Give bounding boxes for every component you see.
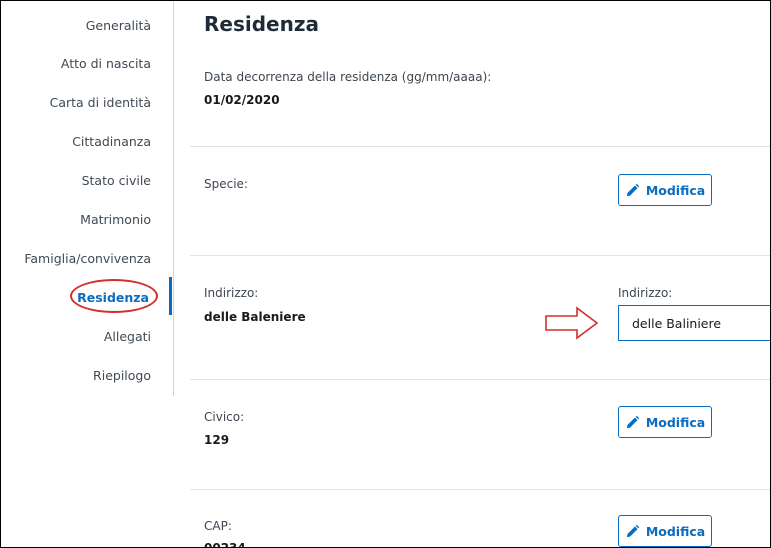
sidebar-item-famiglia-convivenza[interactable]: Famiglia/convivenza — [24, 251, 151, 266]
sidebar-item-riepilogo[interactable]: Riepilogo — [93, 368, 151, 383]
modifica-label: Modifica — [645, 523, 706, 539]
sidebar-item-stato-civile[interactable]: Stato civile — [82, 173, 151, 188]
specie-label: Specie: — [204, 177, 248, 191]
annotation-circle — [70, 279, 158, 313]
cap-value: 00234 — [204, 541, 246, 548]
civico-modifica-button[interactable]: Modifica — [618, 406, 712, 438]
decorrenza-label: Data decorrenza della residenza (gg/mm/a… — [204, 70, 492, 84]
divider — [190, 146, 770, 147]
divider — [190, 255, 770, 256]
specie-modifica-button[interactable]: Modifica — [618, 174, 712, 206]
divider — [190, 489, 770, 490]
civico-label: Civico: — [204, 410, 245, 424]
page-title: Residenza — [204, 12, 319, 36]
indirizzo-input[interactable] — [618, 305, 770, 341]
indirizzo-edit-label: Indirizzo: — [618, 286, 673, 300]
sidebar-item-carta-di-identita[interactable]: Carta di identità — [50, 95, 151, 110]
divider — [190, 379, 770, 380]
civico-value: 129 — [204, 433, 230, 447]
modifica-label: Modifica — [645, 182, 706, 198]
app-window: Generalità Atto di nascita Carta di iden… — [0, 0, 771, 548]
sidebar-nav: Generalità Atto di nascita Carta di iden… — [1, 1, 174, 396]
decorrenza-value: 01/02/2020 — [204, 93, 280, 107]
active-indicator — [169, 277, 172, 315]
arrow-right-icon — [545, 306, 599, 340]
pencil-icon — [626, 524, 640, 537]
pencil-icon — [626, 183, 640, 196]
sidebar-item-allegati[interactable]: Allegati — [104, 329, 151, 344]
pencil-icon — [626, 415, 640, 428]
sidebar-item-atto-di-nascita[interactable]: Atto di nascita — [61, 56, 151, 71]
indirizzo-value: delle Baleniere — [204, 310, 306, 324]
indirizzo-label: Indirizzo: — [204, 286, 259, 300]
sidebar-item-generalita[interactable]: Generalità — [86, 18, 151, 33]
sidebar-item-matrimonio[interactable]: Matrimonio — [80, 212, 151, 227]
cap-label: CAP: — [204, 519, 232, 533]
cap-modifica-button[interactable]: Modifica — [618, 515, 712, 547]
sidebar-item-cittadinanza[interactable]: Cittadinanza — [72, 134, 151, 149]
modifica-label: Modifica — [645, 414, 706, 430]
